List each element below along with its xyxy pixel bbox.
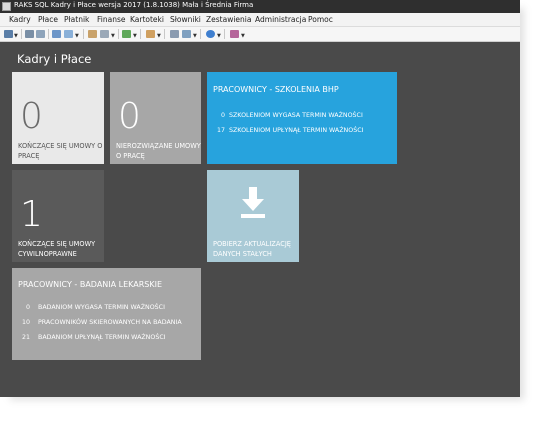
panel-bhp-trainings[interactable]: PRACOWNICY - SZKOLENIA BHP 0 SZKOLENIOM …	[207, 72, 397, 164]
toolbar-separator	[48, 29, 49, 39]
document-icon[interactable]	[36, 30, 45, 38]
app-window: RAKS SQL Kadry i Płace wersja 2017 (1.8.…	[0, 0, 520, 397]
help-icon[interactable]	[206, 30, 215, 38]
dropdown-caret-icon[interactable]: ▼	[157, 33, 161, 39]
window-title: RAKS SQL Kadry i Płace wersja 2017 (1.8.…	[14, 1, 254, 9]
row-text: PRACOWNIKÓW SKIEROWANYCH NA BADANIA	[38, 319, 182, 326]
toolbar-separator	[164, 29, 165, 39]
toolbar-separator	[140, 29, 141, 39]
app-icon	[2, 2, 11, 11]
toolbar-separator	[224, 29, 225, 39]
panel-title: PRACOWNICY - SZKOLENIA BHP	[213, 85, 339, 94]
menu-kartoteki[interactable]: Kartoteki	[130, 15, 164, 24]
tile-label: NIEROZWIĄZANE UMOWY O PRACĘ	[116, 142, 201, 160]
tile-count: 1	[20, 194, 43, 235]
view-icon[interactable]	[64, 30, 73, 38]
title-bar: RAKS SQL Kadry i Płace wersja 2017 (1.8.…	[0, 0, 520, 13]
tile-download-update[interactable]: POBIERZ AKTUALIZACJĘ DANYCH STAŁYCH	[207, 170, 299, 262]
dropdown-caret-icon[interactable]: ▼	[241, 33, 245, 39]
list-item[interactable]: 0 SZKOLENIOM WYGASA TERMIN WAŻNOŚCI	[213, 112, 393, 121]
list-item[interactable]: 17 SZKOLENIOM UPŁYNĄŁ TERMIN WAŻNOŚCI	[213, 127, 393, 136]
window-icon[interactable]	[4, 30, 13, 38]
menu-place[interactable]: Płace	[38, 15, 58, 24]
menu-pomoc[interactable]: Pomoc	[308, 15, 333, 24]
dropdown-caret-icon[interactable]: ▼	[14, 33, 18, 39]
table-icon[interactable]	[52, 30, 61, 38]
tile-count: 0	[20, 96, 43, 137]
tile-label: POBIERZ AKTUALIZACJĘ DANYCH STAŁYCH	[213, 240, 291, 258]
row-count: 10	[21, 319, 30, 326]
dropdown-caret-icon[interactable]: ▼	[193, 33, 197, 39]
toolbar-separator	[118, 29, 119, 39]
list-item[interactable]: 21 BADANIOM UPŁYNĄŁ TERMIN WAŻNOŚCI	[18, 334, 198, 343]
tile-label: KOŃCZĄCE SIĘ UMOWY CYWILNOPRAWNE	[18, 240, 96, 258]
page-title: Kadry i Płace	[17, 52, 92, 66]
row-text: BADANIOM UPŁYNĄŁ TERMIN WAŻNOŚCI	[38, 334, 166, 341]
dropdown-caret-icon[interactable]: ▼	[111, 33, 115, 39]
list-item[interactable]: 0 BADANIOM WYGASA TERMIN WAŻNOŚCI	[18, 304, 198, 313]
tile-unsettled-contracts[interactable]: 0 NIEROZWIĄZANE UMOWY O PRACĘ	[110, 72, 201, 164]
row-count: 21	[21, 334, 30, 341]
row-count: 17	[216, 127, 225, 134]
toolbar-separator	[83, 29, 84, 39]
tile-label: KOŃCZĄCE SIĘ UMOWY O PRACĘ	[18, 142, 103, 160]
row-text: SZKOLENIOM WYGASA TERMIN WAŻNOŚCI	[229, 112, 363, 119]
menu-finanse[interactable]: Finanse	[97, 15, 125, 24]
menu-kadry[interactable]: Kadry	[9, 15, 31, 24]
row-text: SZKOLENIOM UPŁYNĄŁ TERMIN WAŻNOŚCI	[229, 127, 364, 134]
download-icon	[241, 187, 265, 218]
row-count: 0	[25, 304, 30, 311]
open-icon[interactable]	[25, 30, 34, 38]
tile-count: 0	[118, 96, 141, 137]
transfer-icon[interactable]	[122, 30, 131, 38]
dropdown-caret-icon[interactable]: ▼	[75, 33, 79, 39]
tools-icon[interactable]	[182, 30, 191, 38]
print-icon[interactable]	[100, 30, 109, 38]
list-item[interactable]: 10 PRACOWNIKÓW SKIEROWANYCH NA BADANIA	[18, 319, 198, 328]
menu-slowniki[interactable]: Słowniki	[170, 15, 201, 24]
toolbar-separator	[200, 29, 201, 39]
row-text: BADANIOM WYGASA TERMIN WAŻNOŚCI	[38, 304, 165, 311]
menu-bar: Kadry Płace Płatnik Finanse Kartoteki Sł…	[0, 13, 520, 27]
settings-icon[interactable]	[170, 30, 179, 38]
toolbar: ▼ ▼ ▼ ▼ ▼ ▼ ▼ ▼	[0, 27, 520, 42]
tile-civil-contracts[interactable]: 1 KOŃCZĄCE SIĘ UMOWY CYWILNOPRAWNE	[12, 170, 104, 262]
menu-platnik[interactable]: Płatnik	[64, 15, 89, 24]
user-icon[interactable]	[146, 30, 155, 38]
row-count: 0	[220, 112, 225, 119]
report-icon[interactable]	[88, 30, 97, 38]
dropdown-caret-icon[interactable]: ▼	[133, 33, 137, 39]
dropdown-caret-icon[interactable]: ▼	[217, 33, 221, 39]
toolbar-separator	[21, 29, 22, 39]
menu-administracja[interactable]: Administracja	[255, 15, 306, 24]
panel-medical-exams[interactable]: PRACOWNICY - BADANIA LEKARSKIE 0 BADANIO…	[12, 268, 201, 360]
menu-zestawienia[interactable]: Zestawienia	[206, 15, 251, 24]
tile-ending-contracts[interactable]: 0 KOŃCZĄCE SIĘ UMOWY O PRACĘ	[12, 72, 104, 164]
layout-icon[interactable]	[230, 30, 239, 38]
panel-title: PRACOWNICY - BADANIA LEKARSKIE	[18, 280, 163, 289]
